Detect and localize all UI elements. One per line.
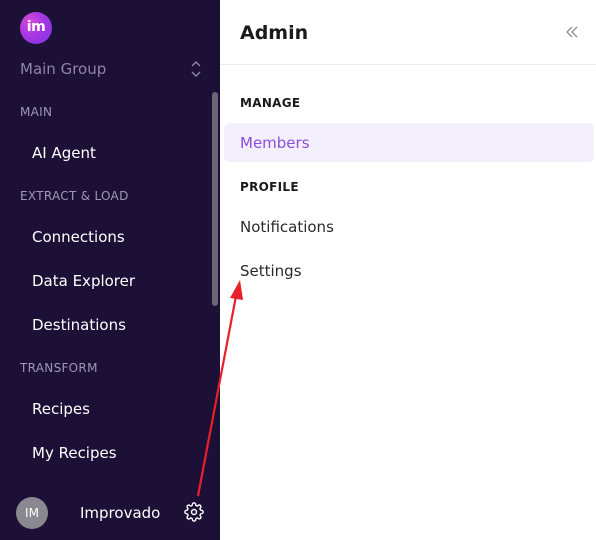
sidebar-item-connections[interactable]: Connections — [32, 228, 125, 246]
panel-item-notifications[interactable]: Notifications — [240, 218, 334, 236]
chevron-up-down-icon — [191, 61, 201, 77]
app-logo-text: im — [26, 19, 46, 35]
panel-item-members-label: Members — [240, 134, 310, 152]
admin-panel: Admin MANAGE Members PROFILE Notificatio… — [220, 0, 596, 540]
sidebar-item-data-explorer[interactable]: Data Explorer — [32, 272, 135, 290]
section-label-extract-load: EXTRACT & LOAD — [20, 189, 129, 203]
sidebar-item-my-recipes[interactable]: My Recipes — [32, 444, 117, 462]
user-name: Improvado — [80, 504, 161, 522]
sidebar-scrollbar[interactable] — [212, 92, 218, 306]
sidebar-item-ai-agent[interactable]: AI Agent — [32, 144, 96, 162]
avatar[interactable]: IM — [16, 497, 48, 529]
group-switcher[interactable]: Main Group — [20, 55, 202, 83]
sidebar: im Main Group MAIN AI Agent EXTRACT & LO… — [0, 0, 220, 540]
section-label-profile: PROFILE — [240, 180, 299, 194]
section-label-manage: MANAGE — [240, 96, 301, 110]
panel-item-members[interactable]: Members — [224, 123, 594, 162]
app-logo[interactable]: im — [20, 12, 52, 44]
section-label-main: MAIN — [20, 105, 53, 119]
sidebar-item-destinations[interactable]: Destinations — [32, 316, 126, 334]
double-chevron-left-icon[interactable] — [564, 24, 580, 40]
user-row: IM Improvado — [0, 494, 220, 532]
section-label-transform: TRANSFORM — [20, 361, 98, 375]
panel-divider — [220, 64, 596, 65]
group-switcher-label: Main Group — [20, 60, 107, 78]
sidebar-item-recipes[interactable]: Recipes — [32, 400, 90, 418]
panel-item-settings[interactable]: Settings — [240, 262, 302, 280]
gear-icon[interactable] — [184, 502, 204, 522]
panel-title: Admin — [240, 22, 309, 44]
